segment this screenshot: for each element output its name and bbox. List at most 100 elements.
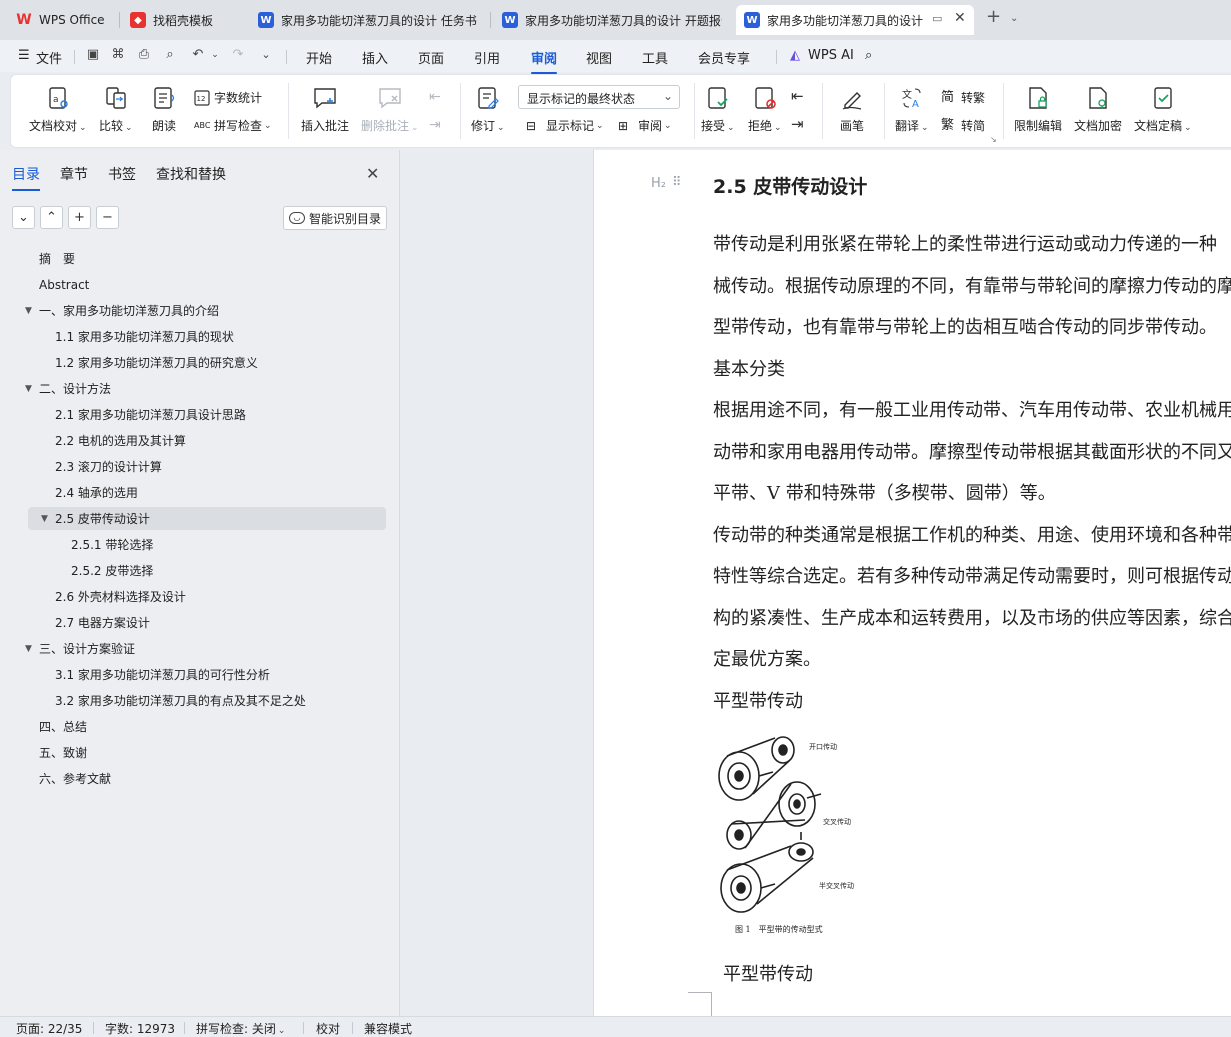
compare-button[interactable]: 比较 ⌄ — [99, 85, 133, 134]
more-quick-chevron-icon[interactable]: ⌄ — [258, 47, 274, 63]
nav-tab-bookmarks[interactable]: 书签 — [108, 164, 136, 184]
markup-state-dropdown[interactable]: 显示标记的最终状态 ⌄ — [518, 85, 680, 109]
new-tab-icon[interactable]: + — [986, 6, 1001, 27]
translate-button[interactable]: 文A 翻译 ⌄ — [895, 85, 929, 134]
page-indicator[interactable]: 页面: 22/35 — [16, 1020, 82, 1037]
toc-item[interactable]: ▼ 二、设计方法 — [0, 377, 400, 400]
nav-tab-sections[interactable]: 章节 — [60, 164, 88, 184]
toc-item[interactable]: 2.3 滚刀的设计计算 — [0, 455, 400, 478]
search-icon[interactable]: ⌕ — [865, 48, 872, 63]
dialog-launcher-icon[interactable]: ↘ — [990, 135, 997, 144]
spell-check-status[interactable]: 拼写检查: 关闭 ⌄ — [196, 1020, 285, 1037]
toc-item[interactable]: 2.5.1 带轮选择 — [0, 533, 400, 556]
collapse-all-button[interactable]: ⌄ — [12, 206, 35, 229]
spell-check-button[interactable]: ABC 拼写检查 ⌄ — [194, 117, 272, 134]
hamburger-icon[interactable]: ☰ — [18, 48, 30, 63]
toc-item[interactable]: 1.1 家用多功能切洋葱刀具的现状 — [0, 325, 400, 348]
word-count-button[interactable]: 12 字数统计 — [194, 89, 262, 106]
proofread-status[interactable]: 校对 — [316, 1020, 340, 1037]
pen-button[interactable]: 画笔 — [839, 85, 865, 134]
previous-change-icon[interactable]: ⇤ — [791, 87, 804, 105]
tab-list-chevron-icon[interactable]: ⌄ — [1010, 13, 1018, 24]
toc-item[interactable]: 3.2 家用多功能切洋葱刀具的有点及其不足之处 — [0, 689, 400, 712]
nav-tab-find-replace[interactable]: 查找和替换 — [156, 164, 226, 184]
toc-item[interactable]: ▼ 三、设计方案验证 — [0, 637, 400, 660]
remove-heading-button[interactable]: − — [96, 206, 119, 229]
close-icon[interactable]: ✕ — [366, 164, 379, 183]
tab-close-icon[interactable]: ✕ — [954, 10, 966, 26]
add-heading-button[interactable]: + — [68, 206, 91, 229]
toc-item[interactable]: 2.4 轴承的选用 — [0, 481, 400, 504]
expand-triangle-icon[interactable]: ▼ — [41, 514, 48, 524]
nav-tab-toc[interactable]: 目录 — [12, 164, 40, 191]
toc-item[interactable]: 摘 要 — [0, 247, 400, 270]
word-count-indicator[interactable]: 字数: 12973 — [105, 1020, 175, 1037]
menu-file[interactable]: 文件 — [36, 48, 62, 67]
previous-comment-icon[interactable]: ⇤ — [429, 89, 441, 105]
undo-icon[interactable]: ↶ — [190, 47, 206, 63]
document-page[interactable]: H₂ ⠿ 2.5 皮带传动设计 带传动是利用张紧在带轮上的柔性带进行运动或动力传… — [593, 150, 1231, 1016]
menu-review[interactable]: 审阅 — [531, 48, 558, 74]
redo-icon[interactable]: ↷ — [230, 47, 246, 63]
toc-item[interactable]: Abstract — [0, 273, 400, 296]
toc-item[interactable]: 2.6 外壳材料选择及设计 — [0, 585, 400, 608]
pen-icon — [842, 92, 862, 110]
print-preview-icon[interactable]: ⌕ — [162, 47, 178, 63]
expand-up-button[interactable]: ⌃ — [40, 206, 63, 229]
toc-item[interactable]: 2.2 电机的选用及其计算 — [0, 429, 400, 452]
restrict-editing-button[interactable]: 限制编辑 — [1014, 85, 1062, 134]
to-simplified-button[interactable]: 繁 转简 — [941, 117, 985, 134]
expand-triangle-icon[interactable]: ▼ — [25, 306, 32, 316]
finalize-document-button[interactable]: 文档定稿 ⌄ — [1134, 85, 1192, 134]
save-icon[interactable]: ▣ — [85, 47, 101, 63]
menu-wps-ai[interactable]: WPS AI — [808, 48, 854, 63]
review-pane-button[interactable]: ⊞ 审阅 ⌄ — [618, 117, 672, 134]
toc-item[interactable]: 2.5.2 皮带选择 — [0, 559, 400, 582]
track-changes-button[interactable]: 修订 ⌄ — [471, 85, 505, 134]
next-comment-icon[interactable]: ⇥ — [429, 117, 441, 133]
menu-home[interactable]: 开始 — [306, 48, 332, 67]
undo-dropdown-icon[interactable]: ⌄ — [207, 47, 223, 63]
toc-item-label: 2.7 电器方案设计 — [55, 616, 150, 630]
menu-page[interactable]: 页面 — [418, 48, 444, 67]
doc-proofread-button[interactable]: a 文档校对 ⌄ — [29, 85, 87, 134]
menu-view[interactable]: 视图 — [586, 48, 612, 67]
reject-change-button[interactable]: 拒绝 ⌄ — [748, 85, 782, 134]
toc-item[interactable]: 3.1 家用多功能切洋葱刀具的可行性分析 — [0, 663, 400, 686]
encrypt-document-button[interactable]: 文档加密 — [1074, 85, 1122, 134]
expand-triangle-icon[interactable]: ▼ — [25, 384, 32, 394]
to-traditional-button[interactable]: 简 转繁 — [941, 89, 985, 106]
toc-item[interactable]: ▼ 2.5 皮带传动设计 — [28, 507, 386, 530]
tab-document-task[interactable]: W 家用多功能切洋葱刀具的设计 任务书 — [250, 5, 486, 35]
smart-toc-button[interactable]: ◡ 智能识别目录 — [283, 206, 387, 230]
toc-item[interactable]: 1.2 家用多功能切洋葱刀具的研究意义 — [0, 351, 400, 374]
tab-document-active[interactable]: W 家用多功能切洋葱刀具的设计 ▭ ✕ — [736, 5, 974, 35]
drag-handle-icon[interactable]: ⠿ — [672, 175, 681, 190]
menu-references[interactable]: 引用 — [474, 48, 500, 67]
half-cross-drive-diagram — [720, 832, 814, 913]
review-ribbon: a 文档校对 ⌄ 比较 ⌄ 朗读 12 字数统计 ABC 拼写检查 ⌄ 插入批注 删除… — [10, 74, 1231, 148]
menu-member[interactable]: 会员专享 — [698, 48, 750, 67]
read-aloud-button[interactable]: 朗读 — [151, 85, 177, 134]
document-area[interactable]: H₂ ⠿ 2.5 皮带传动设计 带传动是利用张紧在带轮上的柔性带进行运动或动力传… — [401, 150, 1231, 1016]
menu-insert[interactable]: 插入 — [362, 48, 388, 67]
print-icon[interactable]: ⎙ — [136, 47, 152, 63]
toc-item[interactable]: 2.7 电器方案设计 — [0, 611, 400, 634]
insert-comment-button[interactable]: 插入批注 — [301, 85, 349, 134]
toc-item[interactable]: 六、参考文献 — [0, 767, 400, 790]
toc-item[interactable]: 2.1 家用多功能切洋葱刀具设计思路 — [0, 403, 400, 426]
toc-item[interactable]: 四、总结 — [0, 715, 400, 738]
show-markup-button[interactable]: ⊟ 显示标记 ⌄ — [526, 117, 604, 134]
tab-docer-templates[interactable]: ◆ 找稻壳模板 — [122, 5, 242, 35]
tab-document-proposal[interactable]: W 家用多功能切洋葱刀具的设计 开题报告 — [494, 5, 730, 35]
toc-item[interactable]: 五、致谢 — [0, 741, 400, 764]
tab-pin-icon[interactable]: ▭ — [932, 12, 942, 25]
next-change-icon[interactable]: ⇥ — [791, 115, 804, 133]
delete-comment-button[interactable]: 删除批注 ⌄ — [361, 85, 419, 134]
menu-tools[interactable]: 工具 — [642, 48, 668, 67]
tab-wps-office[interactable]: W WPS Office — [8, 5, 114, 35]
expand-triangle-icon[interactable]: ▼ — [25, 644, 32, 654]
toc-item[interactable]: ▼ 一、家用多功能切洋葱刀具的介绍 — [0, 299, 400, 322]
share-link-icon[interactable]: ⌘ — [110, 47, 126, 63]
accept-change-button[interactable]: 接受 ⌄ — [701, 85, 735, 134]
